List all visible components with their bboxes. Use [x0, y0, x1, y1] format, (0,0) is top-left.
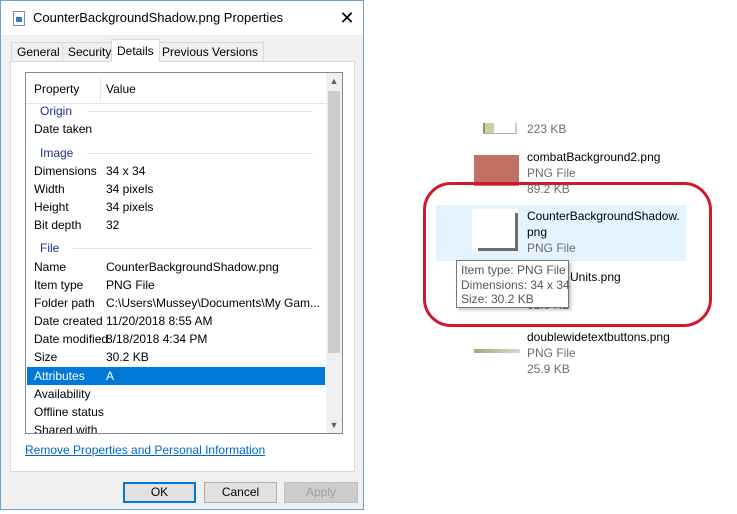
tab-security[interactable]: Security [62, 42, 118, 61]
file-name[interactable]: combatBackground2.png [527, 150, 660, 164]
file-tooltip: Item type: PNG File Dimensions: 34 x 34 … [456, 260, 570, 308]
title-bar: CounterBackgroundShadow.png Properties ✕ [1, 1, 363, 35]
row-item-type[interactable]: Item type PNG File [27, 276, 325, 294]
row-date-created[interactable]: Date created 11/20/2018 8:55 AM [27, 312, 325, 330]
column-header-property[interactable]: Property [34, 82, 79, 96]
property-value: C:\Users\Mussey\Documents\My Gam... [106, 296, 321, 310]
row-dimensions[interactable]: Dimensions 34 x 34 [27, 162, 325, 180]
tab-general[interactable]: General [11, 42, 66, 61]
property-value: 34 pixels [106, 200, 154, 214]
property-name: Date taken [34, 122, 93, 136]
property-value: CounterBackgroundShadow.png [106, 260, 279, 274]
row-attributes[interactable]: Attributes A [27, 367, 325, 385]
property-value: 32 [106, 218, 120, 232]
column-header-value[interactable]: Value [106, 82, 136, 96]
row-height[interactable]: Height 34 pixels [27, 198, 325, 216]
property-name: Bit depth [34, 218, 82, 232]
tab-previous-versions[interactable]: Previous Versions [156, 42, 265, 61]
row-date-modified[interactable]: Date modified 8/18/2018 4:34 PM [27, 330, 325, 348]
property-name: Folder path [34, 296, 95, 310]
details-list[interactable]: Property Value Origin Date taken Image D… [25, 72, 343, 434]
group-file[interactable]: File [27, 239, 325, 257]
property-name: Offline status [34, 405, 104, 419]
group-label: File [40, 241, 60, 255]
property-name: Shared with [34, 423, 98, 434]
group-divider [73, 248, 313, 249]
file-thumbnail[interactable] [474, 349, 520, 353]
property-value: 8/18/2018 4:34 PM [106, 332, 208, 346]
tooltip-dimensions: Dimensions: 34 x 34 [461, 277, 570, 292]
row-availability[interactable]: Availability [27, 385, 325, 403]
png-file-icon [13, 11, 25, 26]
group-origin[interactable]: Origin [27, 102, 325, 120]
property-value: A [106, 369, 115, 383]
property-value: PNG File [106, 278, 155, 292]
scroll-up-icon[interactable]: ▲ [326, 73, 342, 89]
property-value: 34 pixels [106, 182, 154, 196]
tooltip-size: Size: 30.2 KB [461, 292, 534, 306]
row-width[interactable]: Width 34 pixels [27, 180, 325, 198]
property-name: Dimensions [34, 164, 97, 178]
row-bit-depth[interactable]: Bit depth 32 [27, 216, 325, 234]
property-name: Height [34, 200, 69, 214]
properties-dialog: CounterBackgroundShadow.png Properties ✕… [0, 0, 364, 510]
file-name[interactable]: doublewidetextbuttons.png [527, 330, 670, 344]
dialog-title: CounterBackgroundShadow.png Properties [33, 10, 284, 25]
property-value: 30.2 KB [106, 350, 149, 364]
scroll-thumb[interactable] [328, 91, 340, 353]
list-header: Property Value [26, 73, 326, 104]
close-button[interactable]: ✕ [335, 7, 359, 29]
cancel-button[interactable]: Cancel [204, 482, 277, 503]
property-name: Availability [34, 387, 91, 401]
group-image[interactable]: Image [27, 144, 325, 162]
column-divider[interactable] [100, 77, 101, 101]
file-size: 25.9 KB [527, 362, 570, 376]
scroll-down-icon[interactable]: ▼ [326, 417, 342, 433]
property-name: Width [34, 182, 65, 196]
ok-button[interactable]: OK [123, 482, 196, 503]
property-name: Size [34, 350, 58, 364]
file-size: 223 KB [527, 122, 567, 136]
group-label: Origin [40, 104, 73, 118]
property-name: Date modified [34, 332, 109, 346]
row-date-taken[interactable]: Date taken [27, 120, 325, 138]
file-thumbnail[interactable] [483, 123, 517, 134]
group-label: Image [40, 146, 74, 160]
property-value: 11/20/2018 8:55 AM [106, 314, 213, 328]
group-divider [87, 153, 313, 154]
tab-details[interactable]: Details [111, 39, 160, 62]
row-offline-status[interactable]: Offline status [27, 403, 325, 421]
tooltip-item-type: Item type: PNG File [461, 263, 566, 277]
apply-button[interactable]: Apply [284, 482, 358, 503]
file-type: PNG File [527, 166, 576, 180]
remove-properties-link[interactable]: Remove Properties and Personal Informati… [25, 443, 265, 457]
row-shared-with[interactable]: Shared with [27, 421, 325, 434]
row-size[interactable]: Size 30.2 KB [27, 348, 325, 366]
property-name: Item type [34, 278, 84, 292]
row-folder-path[interactable]: Folder path C:\Users\Mussey\Documents\My … [27, 294, 325, 312]
property-name: Date created [34, 314, 103, 328]
row-name[interactable]: Name CounterBackgroundShadow.png [27, 258, 325, 276]
property-name: Attributes [34, 369, 85, 383]
group-divider [87, 111, 313, 112]
vertical-scrollbar[interactable]: ▲ ▼ [326, 73, 342, 433]
property-value: 34 x 34 [106, 164, 146, 178]
file-type: PNG File [527, 346, 576, 360]
property-name: Name [34, 260, 67, 274]
